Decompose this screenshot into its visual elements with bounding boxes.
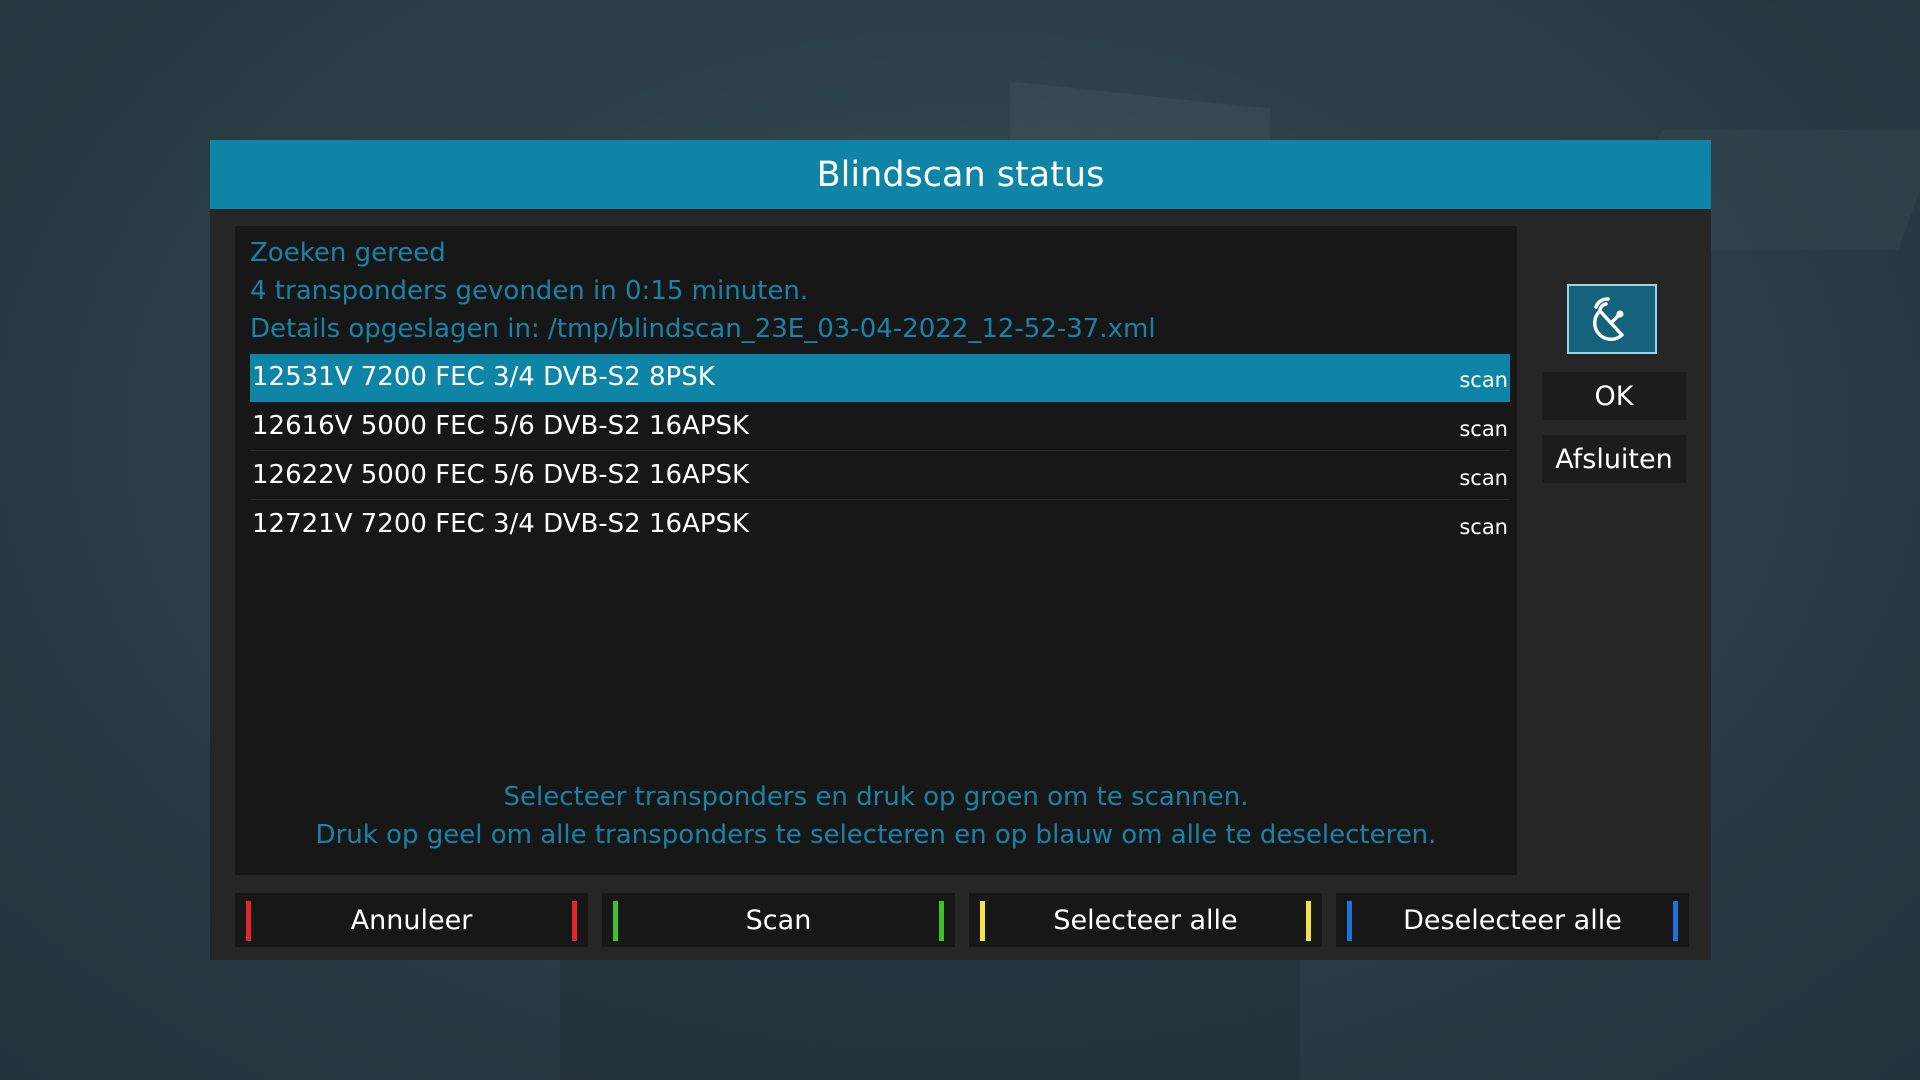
green-scan-button[interactable]: Scan <box>602 893 955 947</box>
hint-line-1: Selecteer transponders en druk op groen … <box>503 782 1249 812</box>
transponder-scan-tag: scan <box>1459 368 1508 392</box>
transponder-label: 12531V 7200 FEC 3/4 DVB-S2 8PSK <box>252 362 715 392</box>
status-line-3: Details opgeslagen in: /tmp/blindscan_23… <box>250 314 1156 344</box>
satellite-dish-icon <box>1592 297 1624 342</box>
blue-key-marker <box>1673 901 1678 941</box>
transponder-item[interactable]: 12721V 7200 FEC 3/4 DVB-S2 16APSK scan <box>250 501 1510 548</box>
transponder-item[interactable]: 12531V 7200 FEC 3/4 DVB-S2 8PSK scan <box>250 354 1510 402</box>
green-button-label: Scan <box>745 904 812 936</box>
yellow-button-label: Selecteer alle <box>1053 904 1238 936</box>
blue-key-marker <box>1347 901 1352 941</box>
transponder-label: 12622V 5000 FEC 5/6 DVB-S2 16APSK <box>252 460 750 490</box>
transponder-scan-tag: scan <box>1459 466 1508 490</box>
red-key-marker <box>246 901 251 941</box>
transponder-item[interactable]: 12622V 5000 FEC 5/6 DVB-S2 16APSK scan <box>250 452 1510 500</box>
hint-line-2: Druk op geel om alle transponders te sel… <box>315 820 1437 850</box>
result-panel: Zoeken gereed 4 transponders gevonden in… <box>235 226 1517 875</box>
yellow-select-all-button[interactable]: Selecteer alle <box>969 893 1322 947</box>
satellite-button[interactable] <box>1567 284 1657 354</box>
exit-button[interactable]: Afsluiten <box>1542 435 1686 483</box>
yellow-key-marker <box>980 901 985 941</box>
ok-button[interactable]: OK <box>1542 372 1686 420</box>
dialog-title: Blindscan status <box>210 140 1711 209</box>
green-key-marker <box>613 901 618 941</box>
transponder-scan-tag: scan <box>1459 417 1508 441</box>
blue-button-label: Deselecteer alle <box>1403 904 1622 936</box>
transponder-list: 12531V 7200 FEC 3/4 DVB-S2 8PSK scan 126… <box>250 354 1510 549</box>
red-button-label: Annuleer <box>350 904 473 936</box>
blindscan-dialog: Blindscan status Zoeken gereed 4 transpo… <box>210 140 1711 960</box>
transponder-scan-tag: scan <box>1459 515 1508 539</box>
status-line-1: Zoeken gereed <box>250 238 446 268</box>
background-shape <box>560 960 1300 1080</box>
yellow-key-marker <box>1306 901 1311 941</box>
status-line-2: 4 transponders gevonden in 0:15 minuten. <box>250 276 809 306</box>
red-cancel-button[interactable]: Annuleer <box>235 893 588 947</box>
green-key-marker <box>939 901 944 941</box>
transponder-item[interactable]: 12616V 5000 FEC 5/6 DVB-S2 16APSK scan <box>250 403 1510 451</box>
red-key-marker <box>572 901 577 941</box>
transponder-label: 12721V 7200 FEC 3/4 DVB-S2 16APSK <box>252 509 750 539</box>
transponder-label: 12616V 5000 FEC 5/6 DVB-S2 16APSK <box>252 411 750 441</box>
blue-deselect-all-button[interactable]: Deselecteer alle <box>1336 893 1689 947</box>
